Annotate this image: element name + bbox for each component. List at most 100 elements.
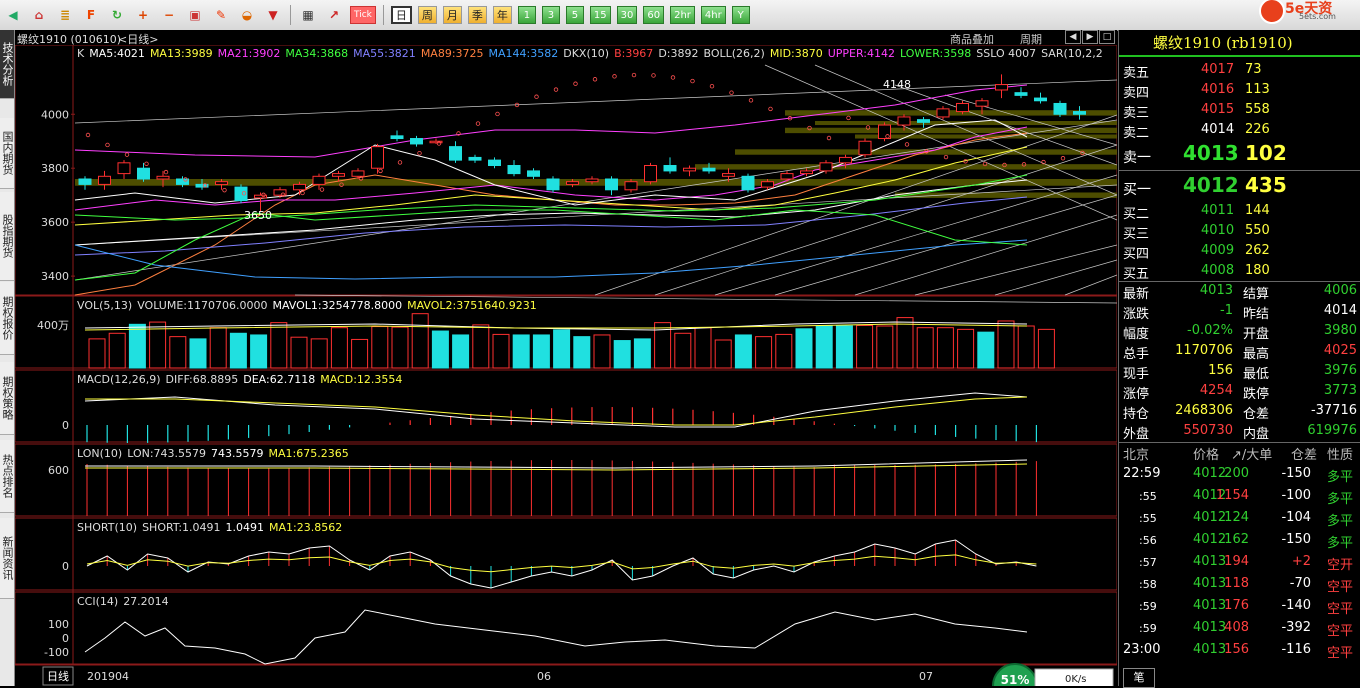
zoom-in-icon[interactable]: +: [133, 5, 153, 25]
ticks-tab[interactable]: 笔: [1123, 668, 1155, 688]
volume-bar: [674, 332, 692, 369]
short-legend-c: 1.0491: [226, 521, 265, 534]
minute-button-5[interactable]: 5: [565, 6, 584, 24]
tick-nature: 多平: [1327, 514, 1354, 529]
stat-value: 3980: [1323, 323, 1357, 338]
macd-axis-label: 0: [62, 419, 69, 432]
macd-legend-d: MACD:12.3554: [320, 373, 402, 386]
tick-time: 23:00: [1123, 642, 1161, 657]
candle-body: [722, 173, 735, 177]
sidebar-tab-1[interactable]: 国内期货: [0, 118, 14, 189]
sell-row-1: 卖五 4017 73: [1119, 60, 1360, 81]
lon-axis-label: 600: [48, 464, 69, 477]
sidebar-tab-6[interactable]: 新闻资讯: [0, 518, 14, 599]
f10-icon[interactable]: F: [81, 5, 101, 25]
candle-body: [897, 116, 911, 126]
filter-icon[interactable]: ▼: [263, 5, 283, 25]
buy-volume: 435: [1245, 173, 1287, 197]
k-legend-item: MA144:3582: [489, 47, 559, 60]
list-icon[interactable]: ≣: [55, 5, 75, 25]
volume-bar: [411, 313, 429, 369]
chart-icon[interactable]: ◒: [237, 5, 257, 25]
stat-value: 550730: [1183, 423, 1233, 438]
minute-button-1[interactable]: 1: [517, 6, 536, 24]
k-legend-item: UPPER:4142: [828, 47, 895, 60]
stat-label: 总手: [1123, 347, 1150, 362]
minute-button-15[interactable]: 15: [589, 6, 611, 24]
candle-body: [390, 135, 404, 140]
sidebar-tab-0[interactable]: 技术分析: [0, 30, 14, 99]
buy-row-3: 买三 4010 550: [1119, 221, 1360, 242]
trend-icon[interactable]: ↗: [324, 5, 344, 25]
volume-bar: [1017, 325, 1035, 369]
candle-body: [761, 181, 774, 188]
cci-axis-label: -100: [44, 646, 69, 659]
sell-price: 4013: [1183, 141, 1239, 165]
minute-button-30[interactable]: 30: [616, 6, 638, 24]
minute-button-3[interactable]: 3: [541, 6, 560, 24]
sidebar-tab-4[interactable]: 期权策略: [0, 362, 14, 435]
refresh-icon[interactable]: ↻: [107, 5, 127, 25]
zoom-out-icon[interactable]: −: [159, 5, 179, 25]
period-button-1[interactable]: 周: [417, 6, 437, 24]
minute-button-Y[interactable]: Y: [731, 6, 750, 24]
buy-price: 4010: [1201, 223, 1235, 238]
volume-bar: [371, 326, 389, 369]
tick-row: :57 4013 194 +2 空开: [1119, 552, 1360, 573]
stat-row-5: 涨停 4254 跌停 3773: [1119, 381, 1360, 402]
sell-label: 卖二: [1123, 126, 1150, 141]
candle-body: [858, 140, 872, 156]
volume-bar: [431, 330, 449, 369]
period-button-0[interactable]: 日: [390, 6, 412, 24]
tick-nature: 多平: [1327, 470, 1354, 485]
stat-label: 开盘: [1243, 327, 1270, 342]
pen-icon[interactable]: ✎: [211, 5, 231, 25]
period-button-2[interactable]: 月: [442, 6, 462, 24]
minute-button-2hr[interactable]: 2hr: [670, 6, 695, 24]
sidebar-tab-5[interactable]: 热点排名: [0, 440, 14, 513]
volume-bar: [128, 323, 146, 369]
tick-row: :55 4012 124 -104 多平: [1119, 508, 1360, 529]
period-button-4[interactable]: 年: [492, 6, 512, 24]
sidebar-tab-2[interactable]: 股指期货: [0, 192, 14, 281]
home-icon[interactable]: ⌂: [29, 5, 49, 25]
tick-button[interactable]: Tick: [350, 6, 376, 24]
back-icon[interactable]: ◀: [3, 5, 23, 25]
next-icon[interactable]: ▶: [1082, 30, 1098, 44]
candle-body: [585, 178, 599, 183]
tick-time: :59: [1139, 622, 1157, 635]
sidebar-tab-3[interactable]: 期权报价: [0, 282, 14, 355]
tick-volume: 118: [1224, 576, 1249, 591]
tick-price: 4012: [1193, 466, 1227, 481]
volume-bar: [310, 338, 328, 369]
tick-time: :59: [1139, 600, 1157, 613]
stat-label: 涨跌: [1123, 307, 1150, 322]
candle-body: [683, 167, 696, 172]
period-button-3[interactable]: 季: [467, 6, 487, 24]
stat-label: 跌停: [1243, 387, 1270, 402]
candle-body: [819, 162, 833, 172]
minute-button-4hr[interactable]: 4hr: [700, 6, 726, 24]
window-icon[interactable]: ▣: [185, 5, 205, 25]
tick-diff: -392: [1281, 620, 1311, 635]
prev-icon[interactable]: ◀: [1065, 30, 1081, 44]
tick-volume: 1154: [1215, 488, 1249, 503]
candle-body: [156, 175, 170, 180]
tick-nature: 空平: [1327, 624, 1354, 639]
candle-body: [1053, 102, 1067, 115]
candle-body: [293, 183, 306, 191]
sell-volume: 558: [1245, 102, 1270, 117]
candle-body: [215, 181, 228, 185]
maximize-icon[interactable]: □: [1099, 30, 1115, 44]
price-axis-label: 3600: [41, 216, 69, 229]
volume-bar: [714, 339, 732, 369]
table-icon[interactable]: ▦: [298, 5, 318, 25]
cci-legend-b: 27.2014: [123, 595, 169, 608]
cci-axis-label: 0: [62, 632, 69, 645]
tick-row: :59 4013 176 -140 空平: [1119, 596, 1360, 617]
chart-area[interactable]: 螺纹1910 (010610) <日线> 商品叠加 周期 ◀ ▶ □ K MA5:…: [15, 30, 1117, 686]
minute-button-60[interactable]: 60: [643, 6, 665, 24]
stat-row-4: 现手 156 最低 3976: [1119, 361, 1360, 382]
sell-row-2: 卖四 4016 113: [1119, 80, 1360, 101]
ticks-header: 北京 价格 ↗/大单 仓差 性质: [1119, 442, 1360, 463]
